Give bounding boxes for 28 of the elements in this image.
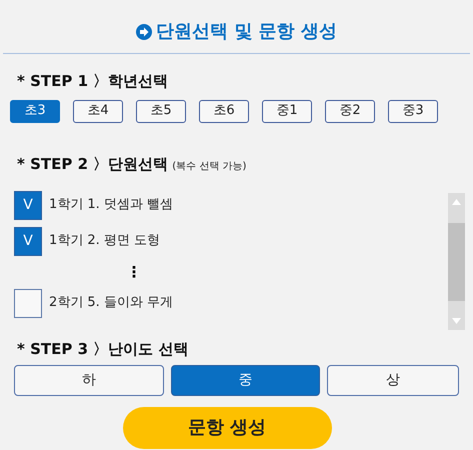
- page-title: 단원선택 및 문항 생성: [156, 20, 337, 44]
- grade-button[interactable]: 초4: [73, 100, 123, 122]
- grade-button[interactable]: 초6: [199, 100, 249, 122]
- grade-button[interactable]: 중3: [388, 100, 438, 122]
- scrollbar[interactable]: [448, 193, 465, 330]
- step-heading: * STEP 3 〉난이도 선택: [17, 339, 190, 360]
- generate-button[interactable]: 문항 생성: [122, 406, 332, 448]
- grade-button[interactable]: 중2: [325, 100, 375, 122]
- grade-button[interactable]: 초5: [136, 100, 186, 122]
- step-heading: * STEP 2 〉단원선택: [17, 154, 168, 174]
- checkbox[interactable]: [14, 288, 42, 318]
- unit-label: 2학기 5. 들이와 무게: [49, 294, 174, 312]
- checkbox[interactable]: V: [14, 190, 42, 220]
- difficulty-button[interactable]: 하: [14, 364, 164, 396]
- unit-label: 1학기 2. 평면 도형: [49, 232, 160, 250]
- scroll-thumb[interactable]: [448, 222, 465, 300]
- unit-label: 1학기 1. 덧셈과 뺄셈: [49, 196, 174, 214]
- grade-button[interactable]: 중1: [262, 100, 312, 122]
- checkbox[interactable]: V: [14, 226, 42, 256]
- step-note: (복수 선택 가능): [172, 160, 246, 174]
- difficulty-button[interactable]: 중: [170, 364, 320, 396]
- scroll-up-icon[interactable]: [452, 199, 461, 205]
- more-indicator: ⋮: [126, 262, 142, 283]
- arrow-circle-icon: [136, 24, 152, 40]
- step-heading: * STEP 1 〉학년선택: [17, 71, 170, 92]
- difficulty-button[interactable]: 상: [327, 364, 459, 396]
- grade-button[interactable]: 초3: [10, 100, 60, 122]
- scroll-down-icon[interactable]: [452, 318, 461, 324]
